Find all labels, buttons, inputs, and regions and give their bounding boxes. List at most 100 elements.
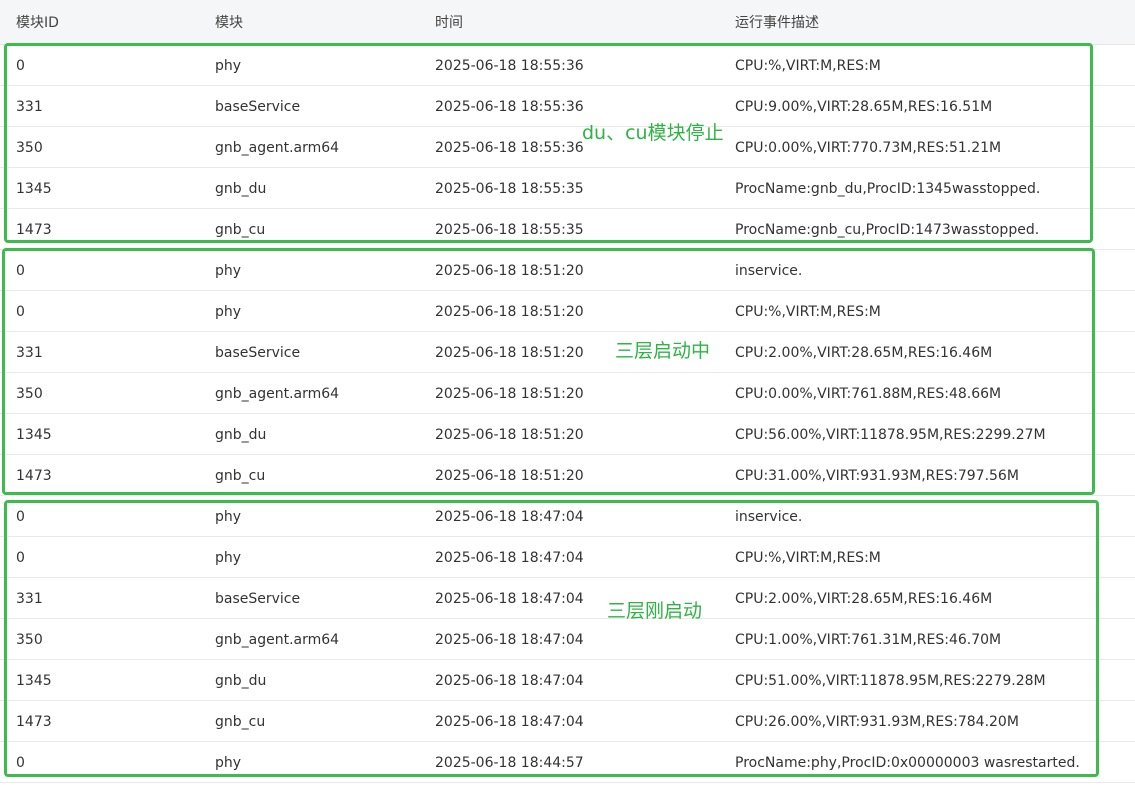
- cell-time: 2025-06-18 18:55:35: [435, 181, 584, 197]
- cell-module-id: 0: [16, 509, 25, 525]
- cell-module: phy: [215, 755, 242, 771]
- cell-module: gnb_agent.arm64: [215, 632, 340, 648]
- table-row[interactable]: 0 phy 2025-06-18 18:51:20 inservice.: [0, 250, 1135, 291]
- cell-module-id: 1473: [16, 222, 52, 238]
- cell-module: gnb_agent.arm64: [215, 386, 340, 402]
- cell-module-id: 0: [16, 304, 25, 320]
- cell-module: phy: [215, 304, 242, 320]
- cell-event-description: CPU:31.00%,VIRT:931.93M,RES:797.56M: [735, 468, 1019, 484]
- cell-time: 2025-06-18 18:47:04: [435, 632, 584, 648]
- cell-time: 2025-06-18 18:55:36: [435, 140, 584, 156]
- cell-time: 2025-06-18 18:51:20: [435, 468, 584, 484]
- cell-module-id: 350: [16, 632, 43, 648]
- cell-time: 2025-06-18 18:47:04: [435, 591, 584, 607]
- cell-module: gnb_cu: [215, 468, 266, 484]
- cell-event-description: CPU:2.00%,VIRT:28.65M,RES:16.46M: [735, 345, 993, 361]
- header-module[interactable]: 模块: [215, 0, 243, 45]
- cell-module: gnb_du: [215, 673, 267, 689]
- cell-module-id: 350: [16, 386, 43, 402]
- cell-module: gnb_du: [215, 181, 267, 197]
- table-row[interactable]: 0 phy 2025-06-18 18:47:04 CPU:%,VIRT:M,RES:…: [0, 537, 1135, 578]
- cell-module: baseService: [215, 345, 301, 361]
- table-row[interactable]: 1345 gnb_du 2025-06-18 18:55:35 ProcName:gn…: [0, 168, 1135, 209]
- cell-time: 2025-06-18 18:47:04: [435, 509, 584, 525]
- cell-time: 2025-06-18 18:55:35: [435, 222, 584, 238]
- cell-module-id: 331: [16, 99, 43, 115]
- cell-module-id: 1473: [16, 714, 52, 730]
- table-header: 模块ID 模块 时间 运行事件描述: [0, 0, 1135, 45]
- cell-module-id: 0: [16, 550, 25, 566]
- table-row[interactable]: 350 gnb_agent.arm64 2025-06-18 18:51:20 CPU…: [0, 373, 1135, 414]
- cell-event-description: CPU:1.00%,VIRT:761.31M,RES:46.70M: [735, 632, 1002, 648]
- cell-event-description: CPU:56.00%,VIRT:11878.95M,RES:2299.27M: [735, 427, 1046, 443]
- cell-time: 2025-06-18 18:51:20: [435, 386, 584, 402]
- cell-time: 2025-06-18 18:47:04: [435, 673, 584, 689]
- cell-event-description: CPU:51.00%,VIRT:11878.95M,RES:2279.28M: [735, 673, 1046, 689]
- cell-module-id: 331: [16, 591, 43, 607]
- annotation-label-starting: 三层启动中: [615, 340, 711, 362]
- cell-time: 2025-06-18 18:51:20: [435, 304, 584, 320]
- cell-module-id: 0: [16, 263, 25, 279]
- table-row[interactable]: 350 gnb_agent.arm64 2025-06-18 18:47:04 CPU…: [0, 619, 1135, 660]
- cell-time: 2025-06-18 18:51:20: [435, 263, 584, 279]
- cell-time: 2025-06-18 18:44:57: [435, 755, 584, 771]
- cell-module: phy: [215, 550, 242, 566]
- header-module-id[interactable]: 模块ID: [16, 0, 59, 45]
- table-row[interactable]: 1345 gnb_du 2025-06-18 18:51:20 CPU:56.00%,…: [0, 414, 1135, 455]
- table-row[interactable]: 0 phy 2025-06-18 18:55:36 CPU:%,VIRT:M,RES:…: [0, 45, 1135, 86]
- cell-event-description: CPU:2.00%,VIRT:28.65M,RES:16.46M: [735, 591, 993, 607]
- cell-event-description: ProcName:gnb_cu,ProcID:1473wasstopped.: [735, 222, 1040, 238]
- table-body: 0 phy 2025-06-18 18:55:36 CPU:%,VIRT:M,RES:…: [0, 45, 1135, 783]
- cell-event-description: CPU:26.00%,VIRT:931.93M,RES:784.20M: [735, 714, 1019, 730]
- table-row[interactable]: 0 phy 2025-06-18 18:44:57 ProcName:phy,Proc…: [0, 742, 1135, 783]
- cell-event-description: CPU:%,VIRT:M,RES:M: [735, 58, 881, 74]
- cell-module: gnb_cu: [215, 222, 266, 238]
- table-row[interactable]: 350 gnb_agent.arm64 2025-06-18 18:55:36 CPU…: [0, 127, 1135, 168]
- cell-module: gnb_du: [215, 427, 267, 443]
- cell-module-id: 1473: [16, 468, 52, 484]
- cell-time: 2025-06-18 18:47:04: [435, 714, 584, 730]
- cell-time: 2025-06-18 18:51:20: [435, 427, 584, 443]
- cell-module: gnb_agent.arm64: [215, 140, 340, 156]
- cell-module-id: 1345: [16, 181, 52, 197]
- cell-module-id: 350: [16, 140, 43, 156]
- cell-module-id: 1345: [16, 673, 52, 689]
- cell-module: baseService: [215, 99, 301, 115]
- cell-event-description: CPU:9.00%,VIRT:28.65M,RES:16.51M: [735, 99, 993, 115]
- table-row[interactable]: 1473 gnb_cu 2025-06-18 18:55:35 ProcName:gn…: [0, 209, 1135, 250]
- cell-time: 2025-06-18 18:55:36: [435, 99, 584, 115]
- table-row[interactable]: 1345 gnb_du 2025-06-18 18:47:04 CPU:51.00%,…: [0, 660, 1135, 701]
- cell-event-description: CPU:0.00%,VIRT:761.88M,RES:48.66M: [735, 386, 1002, 402]
- cell-event-description: ProcName:gnb_du,ProcID:1345wasstopped.: [735, 181, 1041, 197]
- annotation-label-just-started: 三层刚启动: [607, 600, 703, 622]
- cell-time: 2025-06-18 18:55:36: [435, 58, 584, 74]
- table-row[interactable]: 1473 gnb_cu 2025-06-18 18:51:20 CPU:31.00%,…: [0, 455, 1135, 496]
- header-time[interactable]: 时间: [435, 0, 463, 45]
- cell-time: 2025-06-18 18:47:04: [435, 550, 584, 566]
- cell-event-description: CPU:0.00%,VIRT:770.73M,RES:51.21M: [735, 140, 1002, 156]
- cell-event-description: inservice.: [735, 509, 803, 525]
- cell-module: phy: [215, 263, 242, 279]
- cell-module-id: 331: [16, 345, 43, 361]
- annotation-label-stopped: du、cu模块停止: [582, 122, 724, 144]
- table-row[interactable]: 331 baseService 2025-06-18 18:55:36 CPU:9.0…: [0, 86, 1135, 127]
- cell-time: 2025-06-18 18:51:20: [435, 345, 584, 361]
- cell-module-id: 0: [16, 755, 25, 771]
- cell-event-description: ProcName:phy,ProcID:0x00000003 wasrestar…: [735, 755, 1080, 771]
- header-event-description[interactable]: 运行事件描述: [735, 0, 819, 45]
- cell-event-description: CPU:%,VIRT:M,RES:M: [735, 550, 881, 566]
- table-row[interactable]: 0 phy 2025-06-18 18:51:20 CPU:%,VIRT:M,RES:…: [0, 291, 1135, 332]
- cell-event-description: inservice.: [735, 263, 803, 279]
- cell-module: gnb_cu: [215, 714, 266, 730]
- cell-module: phy: [215, 509, 242, 525]
- cell-module: baseService: [215, 591, 301, 607]
- cell-module-id: 1345: [16, 427, 52, 443]
- cell-module-id: 0: [16, 58, 25, 74]
- table-row[interactable]: 331 baseService 2025-06-18 18:47:04 CPU:2.0…: [0, 578, 1135, 619]
- cell-module: phy: [215, 58, 242, 74]
- cell-event-description: CPU:%,VIRT:M,RES:M: [735, 304, 881, 320]
- table-row[interactable]: 331 baseService 2025-06-18 18:51:20 CPU:2.0…: [0, 332, 1135, 373]
- table-row[interactable]: 0 phy 2025-06-18 18:47:04 inservice.: [0, 496, 1135, 537]
- table-row[interactable]: 1473 gnb_cu 2025-06-18 18:47:04 CPU:26.00%,…: [0, 701, 1135, 742]
- event-table: 模块ID 模块 时间 运行事件描述 0 phy 2025-06-18 18:55:3…: [0, 0, 1135, 783]
